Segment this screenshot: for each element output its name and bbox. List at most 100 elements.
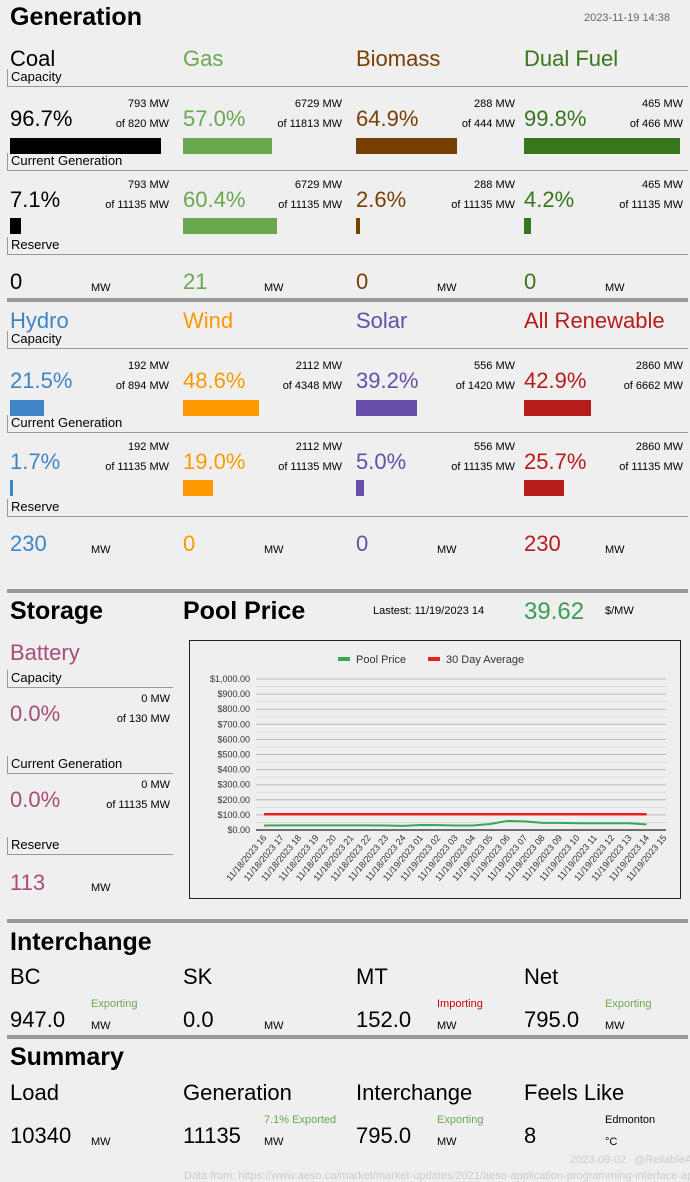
biomass-capacity-percent: 64.9% — [356, 106, 418, 132]
all-renewable-capacity-mw: 2860 MWof 6662 MW — [604, 356, 683, 396]
battery-reserve-label: Reserve — [7, 837, 173, 855]
biomass-reserve-value: 0 — [356, 269, 368, 295]
interchange-net-unit: MW — [605, 1020, 625, 1032]
interchange-bc-unit: MW — [91, 1020, 111, 1032]
interchange-net-name: Net — [524, 964, 558, 990]
interchange-bc-value: 947.0 — [10, 1007, 65, 1033]
interchange-net-status: Exporting — [605, 998, 651, 1010]
reserve-label: Reserve — [7, 499, 688, 517]
interchange-sk-value: 0.0 — [183, 1007, 214, 1033]
battery-capacity-current: 0 MW — [90, 689, 170, 709]
wind-capacity-percent: 48.6% — [183, 368, 245, 394]
last-updated-timestamp: 2023-11-19 14:38 — [584, 12, 670, 24]
wind-generation-mw: 2112 MWof 11135 MW — [263, 437, 342, 477]
coal-capacity-total: of 820 MW — [90, 114, 169, 134]
battery-name: Battery — [10, 640, 80, 666]
all-renewable-capacity-total: of 6662 MW — [604, 376, 683, 396]
dual-fuel-reserve-unit: MW — [605, 282, 625, 294]
interchange-net-value: 795.0 — [524, 1007, 579, 1033]
gas-capacity-percent: 57.0% — [183, 106, 245, 132]
section-divider — [7, 919, 688, 923]
all-renewable-reserve-unit: MW — [605, 544, 625, 556]
summary-interchange-label: Interchange — [356, 1080, 472, 1106]
gas-capacity-total: of 11813 MW — [263, 114, 342, 134]
pool-price-title: Pool Price — [183, 597, 305, 626]
footer-date: 2023-09-02 — [570, 1154, 626, 1166]
y-tick-label: $200.00 — [217, 795, 250, 805]
footer-data-source[interactable]: Data from: https://www.aeso.ca/market/ma… — [184, 1170, 690, 1182]
interchange-bc-name: BC — [10, 964, 41, 990]
all-renewable-generation-total: of 11135 MW — [604, 457, 683, 477]
storage-title: Storage — [10, 597, 103, 626]
gas-generation-current: 6729 MW — [263, 175, 342, 195]
interchange-bc-status: Exporting — [91, 998, 137, 1010]
coal-generation-percent: 7.1% — [10, 187, 60, 213]
interchange-mt-value: 152.0 — [356, 1007, 411, 1033]
pool-price-chart: $0.00$100.00$200.00$300.00$400.00$500.00… — [189, 640, 681, 899]
biomass-reserve-unit: MW — [437, 282, 457, 294]
all-renewable-generation-current: 2860 MW — [604, 437, 683, 457]
coal-generation-total: of 11135 MW — [90, 195, 169, 215]
dual-fuel-capacity-mw: 465 MWof 466 MW — [604, 94, 683, 134]
coal-capacity-mw: 793 MWof 820 MW — [90, 94, 169, 134]
hydro-capacity-mw: 192 MWof 894 MW — [90, 356, 169, 396]
wind-generation-current: 2112 MW — [263, 437, 342, 457]
wind-reserve-unit: MW — [264, 544, 284, 556]
gas-generation-total: of 11135 MW — [263, 195, 342, 215]
all-renewable-generation-percent: 25.7% — [524, 449, 586, 475]
biomass-name: Biomass — [356, 46, 440, 72]
hydro-reserve-value: 230 — [10, 531, 47, 557]
coal-capacity-current: 793 MW — [90, 94, 169, 114]
interchange-mt-status: Importing — [437, 998, 483, 1010]
biomass-generation-percent: 2.6% — [356, 187, 406, 213]
solar-capacity-percent: 39.2% — [356, 368, 418, 394]
hydro-generation-current: 192 MW — [90, 437, 169, 457]
all-renewable-capacity-current: 2860 MW — [604, 356, 683, 376]
summary-interchange-value: 795.0 — [356, 1123, 411, 1149]
interchange-sk-unit: MW — [264, 1020, 284, 1032]
summary-load-unit: MW — [91, 1136, 111, 1148]
gas-generation-percent: 60.4% — [183, 187, 245, 213]
dual-fuel-generation-current: 465 MW — [604, 175, 683, 195]
reserve-label: Reserve — [7, 237, 688, 255]
hydro-capacity-current: 192 MW — [90, 356, 169, 376]
wind-generation-bar — [183, 480, 213, 496]
wind-name: Wind — [183, 308, 233, 334]
wind-generation-total: of 11135 MW — [263, 457, 342, 477]
y-tick-label: $700.00 — [217, 719, 250, 729]
hydro-name: Hydro — [10, 308, 69, 334]
gas-capacity-mw: 6729 MWof 11813 MW — [263, 94, 342, 134]
solar-reserve-unit: MW — [437, 544, 457, 556]
hydro-capacity-total: of 894 MW — [90, 376, 169, 396]
all-renewable-generation-bar — [524, 480, 564, 496]
interchange-mt-name: MT — [356, 964, 388, 990]
dual-fuel-reserve-value: 0 — [524, 269, 536, 295]
wind-capacity-mw: 2112 MWof 4348 MW — [263, 356, 342, 396]
solar-capacity-total: of 1420 MW — [436, 376, 515, 396]
coal-capacity-bar — [10, 138, 161, 154]
pool-price-latest-label: Lastest: 11/19/2023 14 — [373, 605, 484, 617]
section-divider — [7, 298, 688, 302]
footer-handle[interactable]: @ReliableAB — [634, 1154, 690, 1166]
gas-generation-mw: 6729 MWof 11135 MW — [263, 175, 342, 215]
summary-generation-status: 7.1% Exported — [264, 1114, 336, 1126]
all-renewable-reserve-value: 230 — [524, 531, 561, 557]
coal-generation-current: 793 MW — [90, 175, 169, 195]
y-tick-label: $300.00 — [217, 780, 250, 790]
pool-price-unit: $/MW — [605, 605, 634, 617]
dual-fuel-capacity-total: of 466 MW — [604, 114, 683, 134]
gas-capacity-current: 6729 MW — [263, 94, 342, 114]
pool-price-value: 39.62 — [524, 598, 584, 626]
current-generation-label: Current Generation — [7, 153, 688, 171]
all-renewable-name: All Renewable — [524, 308, 665, 334]
coal-generation-bar — [10, 218, 21, 234]
coal-reserve-value: 0 — [10, 269, 22, 295]
battery-capacity-label: Capacity — [7, 670, 173, 688]
solar-name: Solar — [356, 308, 407, 334]
battery-reserve-value: 113 — [10, 870, 45, 896]
y-tick-label: $100.00 — [217, 810, 250, 820]
summary-feels-like-value: 8 — [524, 1123, 536, 1149]
summary-feels-like-unit: °C — [605, 1136, 617, 1148]
dual-fuel-capacity-percent: 99.8% — [524, 106, 586, 132]
summary-interchange-unit: MW — [437, 1136, 457, 1148]
